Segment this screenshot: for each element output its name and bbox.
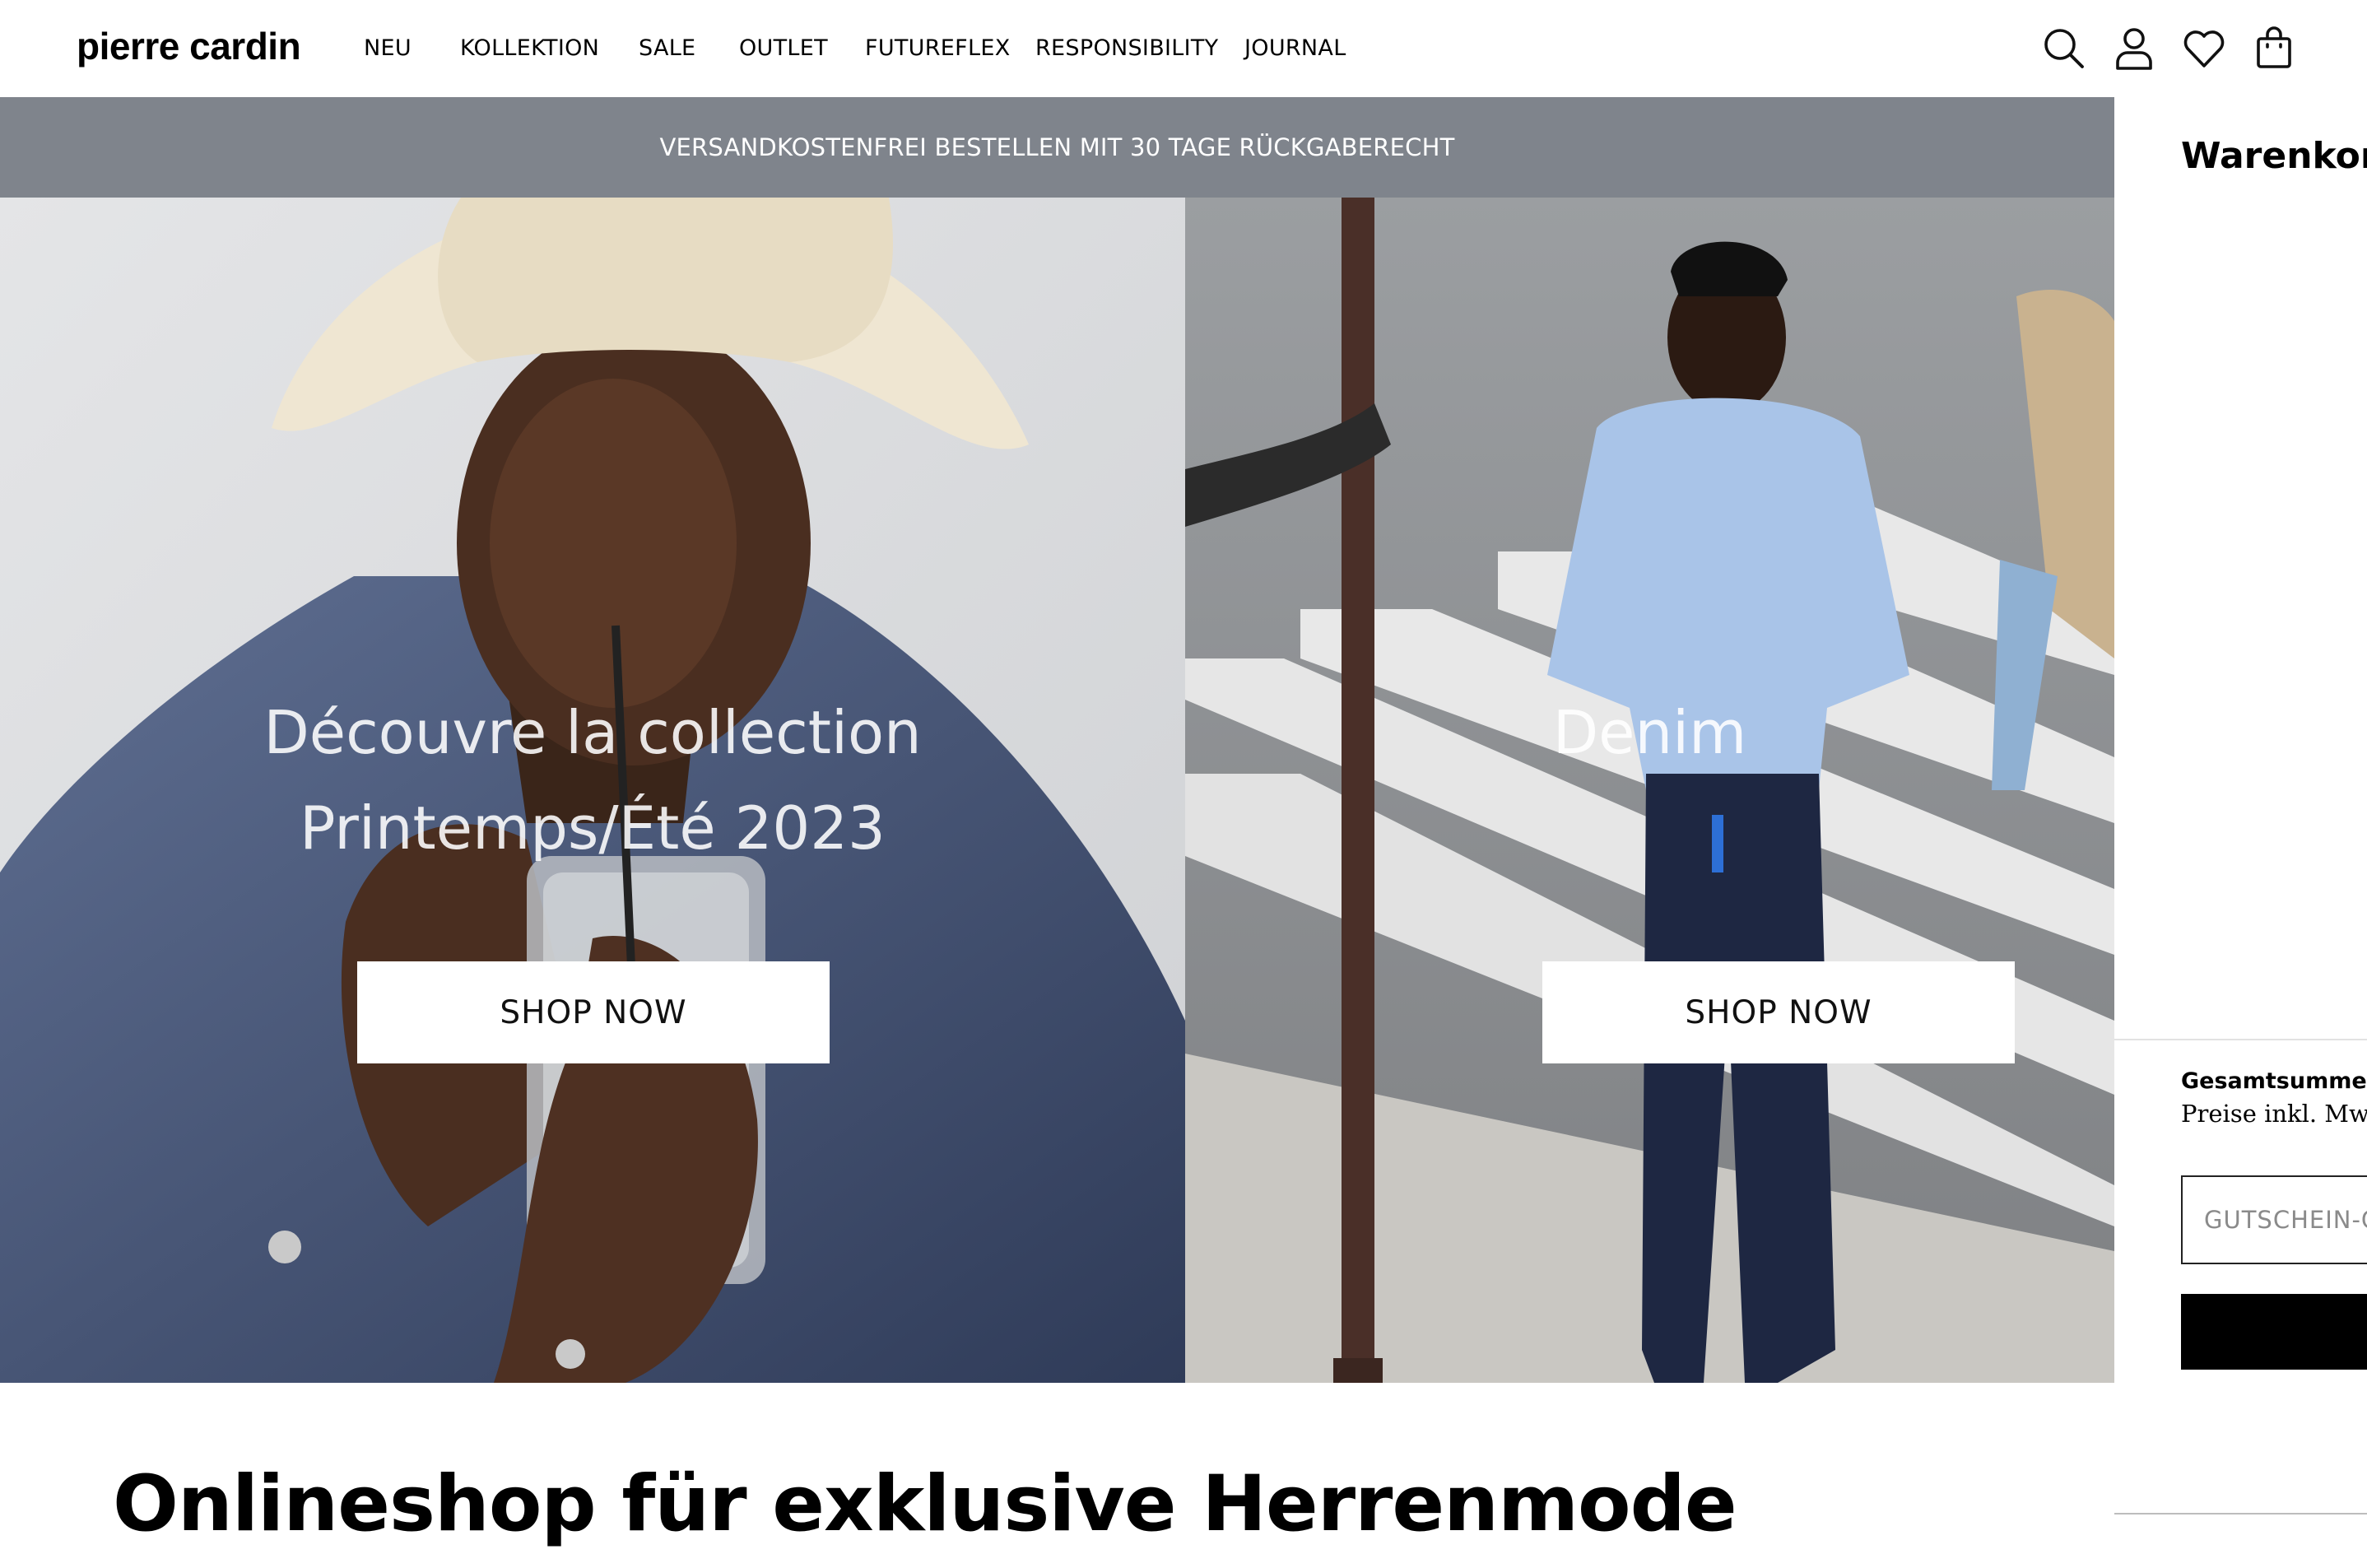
page-heading: Onlineshop für exklusive Herrenmode <box>113 1459 1737 1549</box>
account-icon[interactable] <box>2111 25 2157 71</box>
promo-banner: VERSANDKOSTENFREI BESTELLEN MIT 30 TAGE … <box>0 97 2114 198</box>
hero-denim-title: Denim <box>1552 698 1747 767</box>
brand-logo[interactable]: pierre cardin <box>77 23 301 69</box>
hero-collection-tile[interactable]: Découvre la collection Printemps/Été 202… <box>0 198 1185 1383</box>
shopping-bag-icon[interactable] <box>2251 25 2297 71</box>
cart-total-label: Gesamtsumme <box>2181 1068 2367 1094</box>
nav-item-kollektion[interactable]: KOLLEKTION <box>460 35 599 63</box>
wishlist-heart-icon[interactable] <box>2181 25 2227 71</box>
promo-text: VERSANDKOSTENFREI BESTELLEN MIT 30 TAGE … <box>659 133 1455 161</box>
nav-item-futureflex[interactable]: FUTUREFLEX <box>865 35 1011 63</box>
site-header: pierre cardin NEU KOLLEKTION SALE OUTLET… <box>0 0 2367 97</box>
shop-now-denim-button[interactable]: SHOP NOW <box>1542 961 2015 1063</box>
coupon-code-input[interactable] <box>2181 1175 2367 1264</box>
cart-tax-note: Preise inkl. MwSt., <box>2181 1100 2367 1128</box>
cart-bottom-divider <box>2114 1513 2367 1514</box>
nav-item-sale[interactable]: SALE <box>639 35 695 63</box>
hero-denim-image <box>1185 198 2114 1383</box>
hero-collection-title-line1: Découvre la collection <box>263 698 922 767</box>
search-icon[interactable] <box>2040 25 2086 71</box>
nav-item-journal[interactable]: JOURNAL <box>1244 35 1346 63</box>
checkout-button[interactable] <box>2181 1294 2367 1370</box>
nav-item-outlet[interactable]: OUTLET <box>739 35 828 63</box>
cart-divider <box>2114 1039 2367 1040</box>
nav-item-neu[interactable]: NEU <box>364 35 412 63</box>
hero-denim-tile[interactable]: Denim SHOP NOW <box>1185 198 2114 1383</box>
nav-item-responsibility[interactable]: RESPONSIBILITY <box>1035 35 1218 63</box>
cart-title: Warenkorb <box>2181 135 2367 177</box>
cart-drawer: Warenkorb Gesamtsumme Preise inkl. MwSt.… <box>2114 97 2367 1568</box>
hero-collection-title-line2: Printemps/Été 2023 <box>300 793 886 863</box>
shop-now-collection-button[interactable]: SHOP NOW <box>357 961 830 1063</box>
